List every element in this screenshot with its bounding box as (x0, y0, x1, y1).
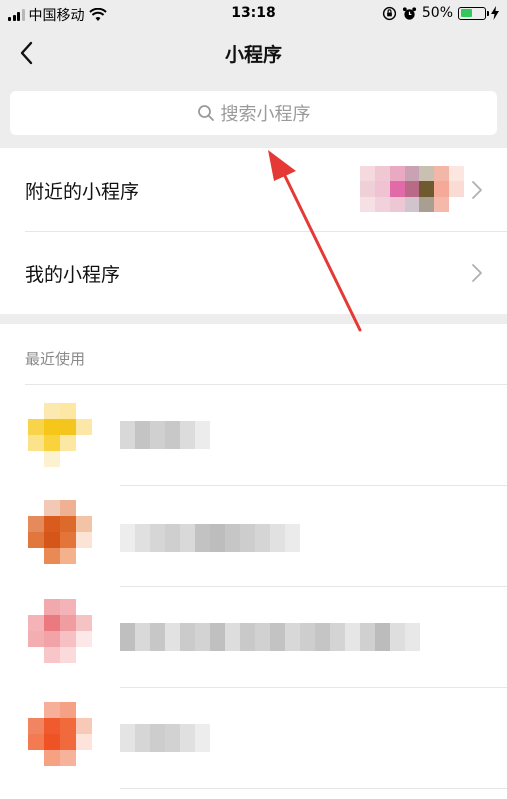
nearby-mini-programs-row[interactable]: 附近的小程序 (0, 148, 507, 231)
nearby-app-thumbnails (360, 166, 464, 212)
status-bar: 中国移动 13:18 50% (0, 0, 507, 28)
recent-app-item[interactable] (0, 486, 507, 586)
search-placeholder: 搜索小程序 (220, 104, 311, 125)
recent-app-item[interactable] (0, 688, 507, 788)
search-input[interactable]: 搜索小程序 (10, 91, 497, 135)
chevron-right-icon (472, 264, 482, 282)
chevron-right-icon (472, 181, 482, 199)
my-mini-programs-row[interactable]: 我的小程序 (0, 232, 507, 314)
navigation-bar: 小程序 (0, 28, 507, 78)
status-right: 50% (382, 5, 499, 21)
app-name-redacted (120, 724, 210, 752)
app-icon (28, 403, 92, 467)
battery-fill (460, 9, 472, 17)
recent-app-item[interactable] (0, 587, 507, 687)
app-icon (28, 500, 92, 564)
page-title: 小程序 (224, 44, 282, 66)
battery-percent: 50% (421, 5, 453, 21)
orientation-lock-icon (382, 6, 396, 20)
battery-icon (458, 6, 489, 20)
app-name-redacted (120, 524, 300, 552)
app-name-redacted (120, 623, 420, 651)
alarm-icon (402, 6, 416, 20)
app-name-redacted (120, 421, 210, 449)
search-icon (197, 105, 214, 121)
row-divider (120, 788, 507, 789)
nearby-mini-programs-label: 附近的小程序 (25, 181, 140, 203)
recent-app-item[interactable] (0, 385, 507, 485)
app-icon (28, 702, 92, 766)
app-icon (28, 599, 92, 663)
recent-section-title: 最近使用 (25, 350, 86, 368)
charging-icon (491, 6, 499, 20)
section-gap (0, 314, 507, 324)
my-mini-programs-label: 我的小程序 (25, 264, 121, 286)
